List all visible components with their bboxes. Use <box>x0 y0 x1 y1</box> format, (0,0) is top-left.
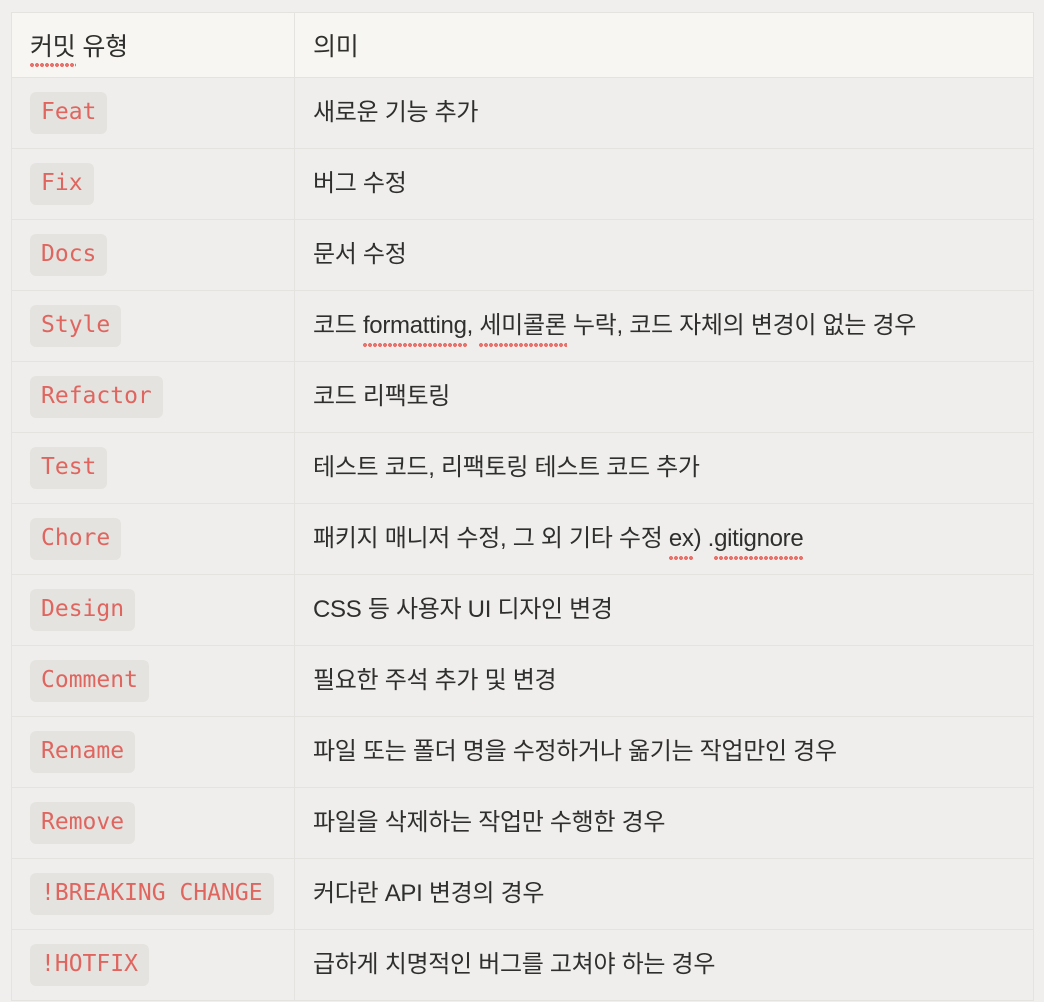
commit-type-cell: Comment <box>11 645 295 717</box>
commit-type-badge: Rename <box>30 731 136 773</box>
commit-type-cell: Docs <box>11 219 295 291</box>
meaning-text: 새로운 기능 추가 <box>313 98 479 126</box>
plain-text: 코드 리팩토링 <box>313 382 451 410</box>
plain-text: 누락, 코드 자체의 변경이 없는 경우 <box>566 311 917 339</box>
meaning-text: 필요한 주석 추가 및 변경 <box>313 666 557 694</box>
commit-type-cell: !BREAKING CHANGE <box>11 858 295 930</box>
meaning-text: CSS 등 사용자 UI 디자인 변경 <box>313 596 613 623</box>
commit-type-badge: Feat <box>30 92 108 134</box>
column-header-commit-type-rest: 유형 <box>75 33 128 61</box>
commit-type-cell: Remove <box>11 787 295 859</box>
commit-type-cell: Fix <box>11 148 295 220</box>
commit-type-badge: Design <box>30 589 136 631</box>
table-row: Chore 패키지 매니저 수정, 그 외 기타 수정 ex) .gitignor… <box>11 503 1034 575</box>
meaning-text: 테스트 코드, 리팩토링 테스트 코드 추가 <box>313 454 700 481</box>
commit-type-cell: Rename <box>11 716 295 788</box>
plain-text: 새로운 기능 추가 <box>313 98 479 126</box>
table-row: Style 코드 formatting, 세미콜론 누락, 코드 자체의 변경이 … <box>11 290 1034 362</box>
meaning-text: 파일 또는 폴더 명을 수정하거나 옮기는 작업만인 경우 <box>313 738 837 765</box>
meaning-cell: 새로운 기능 추가 <box>294 77 1034 149</box>
page-root: 커밋 유형 의미 Feat 새로운 기능 추가 Fix 버그 수정 Docs 문서 수정 S… <box>0 0 1044 1002</box>
table-row: Fix 버그 수정 <box>11 148 1034 220</box>
plain-text: 커다란 API 변경의 경우 <box>313 879 545 907</box>
commit-type-table-wrapper: 커밋 유형 의미 Feat 새로운 기능 추가 Fix 버그 수정 Docs 문서 수정 S… <box>11 12 1034 1001</box>
meaning-cell: 필요한 주석 추가 및 변경 <box>294 645 1034 717</box>
commit-type-badge: Remove <box>30 802 136 844</box>
table-row: Feat 새로운 기능 추가 <box>11 77 1034 149</box>
meaning-text: 급하게 치명적인 버그를 고쳐야 하는 경우 <box>313 951 715 978</box>
meaning-cell: 코드 리팩토링 <box>294 361 1034 433</box>
table-row: Test 테스트 코드, 리팩토링 테스트 코드 추가 <box>11 432 1034 504</box>
column-header-commit-type: 커밋 유형 <box>11 12 295 78</box>
table-row: Design CSS 등 사용자 UI 디자인 변경 <box>11 574 1034 646</box>
meaning-cell: 커다란 API 변경의 경우 <box>294 858 1034 930</box>
table-row: Remove 파일을 삭제하는 작업만 수행한 경우 <box>11 787 1034 859</box>
plain-text: CSS 등 사용자 UI 디자인 변경 <box>313 595 613 623</box>
meaning-text: 코드 formatting, 세미콜론 누락, 코드 자체의 변경이 없는 경우 <box>313 310 917 348</box>
commit-type-badge: Refactor <box>30 376 163 418</box>
plain-text: 급하게 치명적인 버그를 고쳐야 하는 경우 <box>313 950 716 978</box>
commit-type-badge: !HOTFIX <box>30 944 149 986</box>
commit-type-badge: Fix <box>30 163 94 205</box>
table-row: Rename 파일 또는 폴더 명을 수정하거나 옮기는 작업만인 경우 <box>11 716 1034 788</box>
commit-type-badge: Chore <box>30 518 122 560</box>
commit-type-cell: !HOTFIX <box>11 929 295 1001</box>
misspelled-word: ex <box>668 523 694 561</box>
plain-text: ) . <box>693 524 715 552</box>
meaning-text: 버그 수정 <box>313 170 407 197</box>
plain-text: 테스트 코드, 리팩토링 테스트 코드 추가 <box>313 453 700 481</box>
misspelled-word: 세미콜론 <box>479 310 567 348</box>
meaning-text: 커다란 API 변경의 경우 <box>313 880 544 907</box>
meaning-cell: 테스트 코드, 리팩토링 테스트 코드 추가 <box>294 432 1034 504</box>
table-header-row: 커밋 유형 의미 <box>11 12 1034 78</box>
plain-text: 버그 수정 <box>313 169 407 197</box>
plain-text: 파일 또는 폴더 명을 수정하거나 옮기는 작업만인 경우 <box>313 737 837 765</box>
misspelled-word: formatting <box>362 310 467 348</box>
commit-type-cell: Style <box>11 290 295 362</box>
table-row: Refactor 코드 리팩토링 <box>11 361 1034 433</box>
commit-type-cell: Refactor <box>11 361 295 433</box>
meaning-text: 문서 수정 <box>313 241 407 268</box>
commit-type-badge: !BREAKING CHANGE <box>30 873 274 915</box>
plain-text: 코드 <box>313 311 363 339</box>
meaning-cell: 패키지 매니저 수정, 그 외 기타 수정 ex) .gitignore <box>294 503 1034 575</box>
meaning-cell: 코드 formatting, 세미콜론 누락, 코드 자체의 변경이 없는 경우 <box>294 290 1034 362</box>
misspelled-word: gitignore <box>714 523 804 561</box>
table-head: 커밋 유형 의미 <box>11 12 1034 78</box>
meaning-text: 코드 리팩토링 <box>313 383 450 410</box>
commit-type-badge: Style <box>30 305 122 347</box>
plain-text: 필요한 주석 추가 및 변경 <box>313 666 557 694</box>
plain-text: 패키지 매니저 수정, 그 외 기타 수정 <box>313 524 669 552</box>
commit-type-table: 커밋 유형 의미 Feat 새로운 기능 추가 Fix 버그 수정 Docs 문서 수정 S… <box>11 12 1034 1001</box>
plain-text: 문서 수정 <box>313 240 407 268</box>
commit-type-badge: Docs <box>30 234 108 276</box>
meaning-cell: 문서 수정 <box>294 219 1034 291</box>
commit-type-cell: Design <box>11 574 295 646</box>
plain-text: 파일을 삭제하는 작업만 수행한 경우 <box>313 808 666 836</box>
table-row: !BREAKING CHANGE 커다란 API 변경의 경우 <box>11 858 1034 930</box>
commit-type-badge: Comment <box>30 660 149 702</box>
column-header-meaning: 의미 <box>294 12 1034 78</box>
column-header-commit-type-misspelled: 커밋 <box>30 27 76 67</box>
meaning-text: 패키지 매니저 수정, 그 외 기타 수정 ex) .gitignore <box>313 523 804 561</box>
table-row: Comment 필요한 주석 추가 및 변경 <box>11 645 1034 717</box>
plain-text: , <box>466 311 480 339</box>
commit-type-badge: Test <box>30 447 108 489</box>
meaning-text: 파일을 삭제하는 작업만 수행한 경우 <box>313 809 665 836</box>
table-row: !HOTFIX 급하게 치명적인 버그를 고쳐야 하는 경우 <box>11 929 1034 1001</box>
meaning-cell: 파일 또는 폴더 명을 수정하거나 옮기는 작업만인 경우 <box>294 716 1034 788</box>
meaning-cell: 급하게 치명적인 버그를 고쳐야 하는 경우 <box>294 929 1034 1001</box>
commit-type-cell: Feat <box>11 77 295 149</box>
table-row: Docs 문서 수정 <box>11 219 1034 291</box>
meaning-cell: CSS 등 사용자 UI 디자인 변경 <box>294 574 1034 646</box>
meaning-cell: 파일을 삭제하는 작업만 수행한 경우 <box>294 787 1034 859</box>
meaning-cell: 버그 수정 <box>294 148 1034 220</box>
table-body: Feat 새로운 기능 추가 Fix 버그 수정 Docs 문서 수정 Style 코드 fo… <box>11 77 1034 1001</box>
commit-type-cell: Test <box>11 432 295 504</box>
commit-type-cell: Chore <box>11 503 295 575</box>
